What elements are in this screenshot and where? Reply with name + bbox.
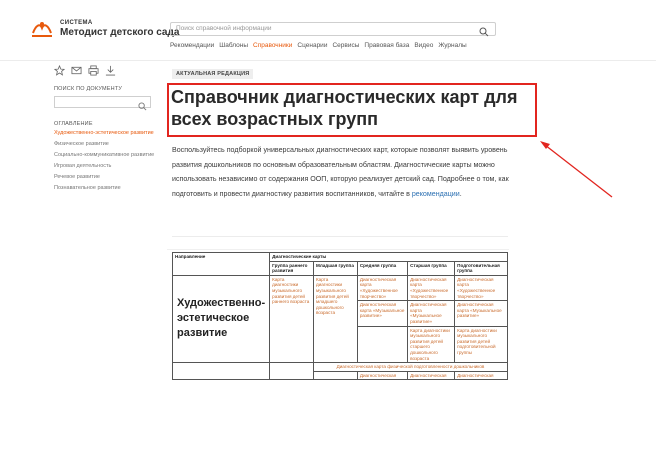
col-header: Группа раннего развития <box>269 260 314 276</box>
table-cell-link[interactable]: Диагностическая карта «Художественное тв… <box>407 274 456 302</box>
table-cell-link[interactable]: Диагностическая карта физической подгото… <box>313 362 508 372</box>
col-header: Подготовительная группа <box>454 260 508 276</box>
table-cell-link[interactable]: Диагностическая <box>356 370 409 381</box>
table-cell-link[interactable]: Диагностическая карта «Художественное тв… <box>356 274 409 302</box>
col-header: Младшая группа <box>313 260 358 276</box>
table-cell-empty <box>356 325 409 364</box>
table-cell-empty <box>171 362 271 381</box>
table-cell-link[interactable]: Диагностическая карта «Музыкальное разви… <box>454 300 508 327</box>
table-cell-link[interactable]: Диагностическая карта «Музыкальное разви… <box>407 300 456 327</box>
content-divider <box>172 236 508 237</box>
table-cell-link[interactable]: Карта диагностики музыкального развития … <box>454 325 508 364</box>
table-cell-link[interactable]: Карта диагностики музыкального развития … <box>313 274 358 364</box>
header-direction: Направление <box>171 252 271 276</box>
table-image: Направление Диагностические карты Группа… <box>167 249 509 453</box>
header-cards: Диагностические карты <box>269 252 508 262</box>
table-cell-link[interactable]: Диагностическая карта «Музыкальное разви… <box>356 300 409 327</box>
table-cell-link[interactable]: Карта диагностики музыкального развития … <box>407 325 456 364</box>
table-cell-link[interactable]: Диагностическая <box>454 370 508 381</box>
table-cell-link[interactable]: Диагностическая карта «Художественное тв… <box>454 274 508 302</box>
table-cell-empty <box>269 362 314 381</box>
table-cell-link[interactable]: Диагностическая <box>407 370 456 381</box>
section-art: Художественно-эстетическое развитие <box>171 274 271 364</box>
table-cell-link[interactable]: Карта диагностики музыкального развития … <box>269 274 314 364</box>
diagnostic-table: Направление Диагностические карты Группа… <box>171 252 508 381</box>
col-header: Средняя группа <box>356 260 409 276</box>
col-header: Старшая группа <box>407 260 456 276</box>
table-cell-empty <box>313 370 358 381</box>
